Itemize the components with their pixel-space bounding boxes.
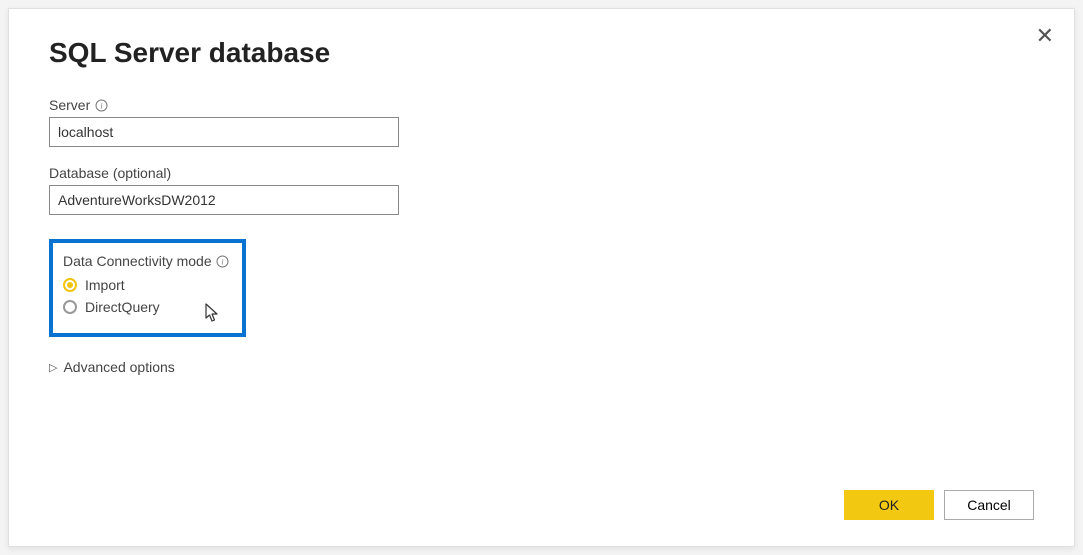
dialog-title: SQL Server database [49,37,1034,69]
server-label: Server i [49,97,1034,113]
radio-directquery[interactable]: DirectQuery [63,299,230,315]
radio-label-directquery: DirectQuery [85,299,160,315]
caret-right-icon: ▷ [49,361,57,374]
server-input[interactable] [49,117,399,147]
database-field-group: Database (optional) [49,165,1034,215]
radio-icon-unselected [63,300,77,314]
close-icon: ✕ [1036,23,1054,48]
info-icon[interactable]: i [94,98,108,112]
svg-text:i: i [222,257,224,266]
server-field-group: Server i [49,97,1034,147]
advanced-options-label: Advanced options [63,359,174,375]
ok-button[interactable]: OK [844,490,934,520]
radio-icon-selected [63,278,77,292]
connectivity-highlight: Data Connectivity mode i Import DirectQu… [49,239,246,337]
connectivity-label: Data Connectivity mode i [63,253,230,269]
advanced-options-toggle[interactable]: ▷ Advanced options [49,359,175,375]
radio-import[interactable]: Import [63,277,230,293]
database-input[interactable] [49,185,399,215]
close-button[interactable]: ✕ [1036,25,1054,47]
dialog-button-row: OK Cancel [844,490,1034,520]
radio-label-import: Import [85,277,125,293]
cancel-button[interactable]: Cancel [944,490,1034,520]
sql-server-dialog: ✕ SQL Server database Server i Database … [8,8,1075,547]
info-icon[interactable]: i [216,254,230,268]
database-label: Database (optional) [49,165,1034,181]
svg-text:i: i [100,101,102,110]
